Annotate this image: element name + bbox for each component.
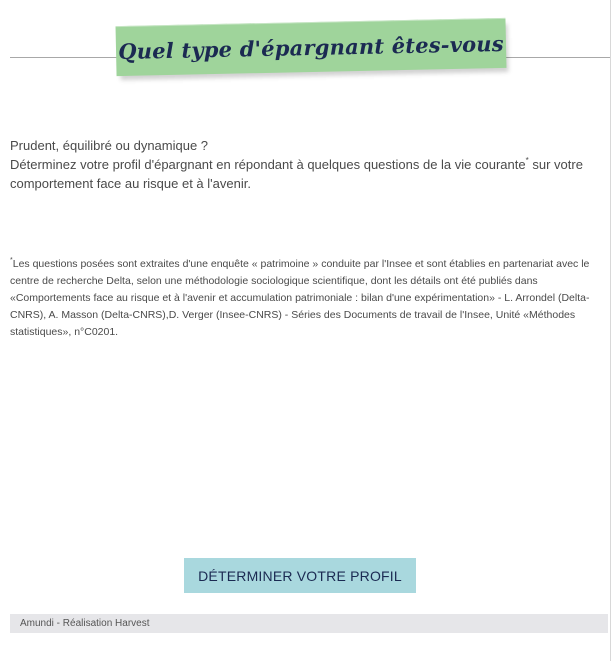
footer-credit: Amundi - Réalisation Harvest: [20, 618, 150, 629]
footer-bar: Amundi - Réalisation Harvest: [10, 614, 608, 633]
intro-text: Prudent, équilibré ou dynamique ? Déterm…: [10, 136, 605, 193]
title-banner: Quel type d'épargnant êtes-vous: [115, 17, 507, 77]
page-title: Quel type d'épargnant êtes-vous: [117, 30, 505, 64]
footnote-text: Les questions posées sont extraites d'un…: [10, 258, 590, 338]
footnote: *Les questions posées sont extraites d'u…: [10, 256, 608, 341]
determine-profile-button[interactable]: DÉTERMINER VOTRE PROFIL: [184, 558, 416, 593]
intro-line-2: Déterminez votre profil d'épargnant en r…: [10, 155, 605, 193]
intro-line-2-text: Déterminez votre profil d'épargnant en r…: [10, 157, 526, 172]
intro-line-1: Prudent, équilibré ou dynamique ?: [10, 138, 209, 153]
